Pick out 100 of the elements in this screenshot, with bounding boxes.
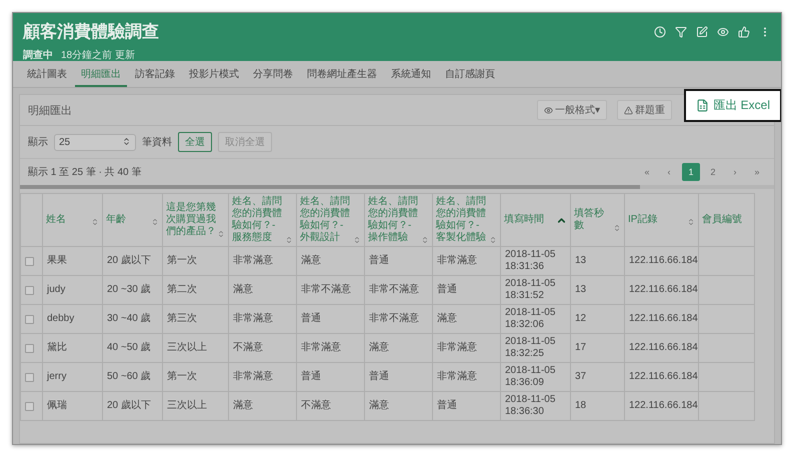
column-header[interactable]: 年齡 bbox=[102, 194, 162, 246]
tab[interactable]: 訪客記錄 bbox=[129, 61, 181, 87]
table-cell: 非常滿意 bbox=[296, 334, 364, 362]
table-cell: 非常滿意 bbox=[228, 246, 296, 276]
updated-time: 18分鐘之前 更新 bbox=[61, 48, 135, 62]
table-cell: 2018-11-05 18:31:36 bbox=[500, 246, 570, 276]
table-cell: 非常滿意 bbox=[432, 362, 500, 392]
table-cell: 12 bbox=[570, 304, 624, 334]
column-header[interactable]: 姓名、請問您的消費體驗如何？- 操作體驗 bbox=[364, 194, 432, 246]
column-header[interactable]: 姓名 bbox=[42, 194, 102, 246]
page-link[interactable]: 1 bbox=[682, 163, 700, 181]
tab[interactable]: 系統通知 bbox=[385, 61, 437, 87]
table-cell: 122.116.66.184 bbox=[624, 304, 698, 334]
table-cell: 2018-11-05 18:36:30 bbox=[500, 392, 570, 420]
column-header[interactable]: 姓名、請問您的消費體驗如何？- 外觀設計 bbox=[296, 194, 364, 246]
table-cell: 佩瑞 bbox=[42, 392, 102, 420]
column-header[interactable]: 姓名、請問您的消費體驗如何？- 客製化體驗 bbox=[432, 194, 500, 246]
tab[interactable]: 統計圖表 bbox=[21, 61, 73, 87]
table-cell: judy bbox=[42, 276, 102, 304]
column-header[interactable]: 填寫時間 bbox=[500, 194, 570, 246]
eye-icon[interactable] bbox=[717, 26, 729, 38]
table-cell: 2018-11-05 18:31:52 bbox=[500, 276, 570, 304]
page-link[interactable]: › bbox=[726, 163, 744, 181]
table-cell: 普通 bbox=[296, 362, 364, 392]
table-cell: 三次以上 bbox=[162, 334, 228, 362]
column-header[interactable]: 這是您第幾次購買過我們的產品？ bbox=[162, 194, 228, 246]
table-cell: 第三次 bbox=[162, 304, 228, 334]
row-checkbox[interactable] bbox=[25, 286, 34, 294]
table-cell: 122.116.66.184 bbox=[624, 246, 698, 276]
table-cell: 滿意 bbox=[432, 304, 500, 334]
table-cell: 第一次 bbox=[162, 362, 228, 392]
filter-icon[interactable] bbox=[675, 26, 687, 38]
table-cell: 17 bbox=[570, 334, 624, 362]
column-header[interactable]: 姓名、請問您的消費體驗如何？- 服務態度 bbox=[228, 194, 296, 246]
table-cell: 2018-11-05 18:32:06 bbox=[500, 304, 570, 334]
table-cell: 13 bbox=[570, 246, 624, 276]
table-cell: 非常不滿意 bbox=[296, 276, 364, 304]
column-header[interactable]: 會員編號 bbox=[698, 194, 754, 246]
page-size-select[interactable]: 25 bbox=[54, 134, 136, 150]
table-cell: 滿意 bbox=[228, 276, 296, 304]
tab[interactable]: 明細匯出 bbox=[75, 61, 127, 87]
table-cell: 滿意 bbox=[364, 334, 432, 362]
edit-icon[interactable] bbox=[696, 26, 708, 38]
table-cell: 18 bbox=[570, 392, 624, 420]
table-cell: 122.116.66.184 bbox=[624, 362, 698, 392]
table-cell: 黛比 bbox=[42, 334, 102, 362]
deselect-all-button[interactable]: 取消全選 bbox=[218, 132, 272, 152]
group-button[interactable]: 群題重 bbox=[617, 100, 672, 120]
table-cell: 122.116.66.184 bbox=[624, 334, 698, 362]
tab[interactable]: 自訂感謝頁 bbox=[439, 61, 501, 87]
format-button[interactable]: 一般格式▾ bbox=[536, 100, 607, 120]
table-cell: 37 bbox=[570, 362, 624, 392]
page-link[interactable]: ‹ bbox=[660, 163, 678, 181]
table-cell: 13 bbox=[570, 276, 624, 304]
survey-title: 顧客消費體驗調查 bbox=[23, 21, 159, 43]
column-header[interactable]: 填答秒數 bbox=[570, 194, 624, 246]
page-link[interactable]: 2 bbox=[704, 163, 722, 181]
table-cell: 非常滿意 bbox=[432, 334, 500, 362]
export-excel-button[interactable]: 匯出 Excel bbox=[684, 89, 781, 122]
tab[interactable]: 投影片模式 bbox=[183, 61, 245, 87]
table-cell: 非常滿意 bbox=[432, 246, 500, 276]
table-cell: 普通 bbox=[432, 276, 500, 304]
column-header[interactable]: IP記錄 bbox=[624, 194, 698, 246]
table-cell: jerry bbox=[42, 362, 102, 392]
table-cell: 20 ~30 歲 bbox=[102, 276, 162, 304]
table-cell: 122.116.66.184 bbox=[624, 276, 698, 304]
table-cell: 非常滿意 bbox=[228, 304, 296, 334]
row-checkbox[interactable] bbox=[25, 402, 34, 410]
table-cell: 非常滿意 bbox=[228, 362, 296, 392]
table-cell: 20 歲以下 bbox=[102, 246, 162, 276]
tab[interactable]: 問卷網址產生器 bbox=[301, 61, 383, 87]
updown-icon bbox=[122, 136, 131, 146]
show-label: 顯示 bbox=[28, 136, 48, 149]
table-cell: 非常不滿意 bbox=[364, 304, 432, 334]
row-checkbox[interactable] bbox=[25, 344, 34, 352]
warning-icon bbox=[624, 106, 633, 114]
table-cell: debby bbox=[42, 304, 102, 334]
table-cell: 普通 bbox=[432, 392, 500, 420]
row-checkbox[interactable] bbox=[25, 256, 34, 266]
page-link[interactable]: « bbox=[638, 163, 656, 181]
table-cell: 20 歲以下 bbox=[102, 392, 162, 420]
table-cell: 30 ~40 歲 bbox=[102, 304, 162, 334]
survey-status: 調查中 bbox=[23, 48, 53, 62]
table-cell: 果果 bbox=[42, 246, 102, 276]
thumbs-up-icon[interactable] bbox=[738, 26, 750, 38]
table-cell: 普通 bbox=[296, 304, 364, 334]
table-cell: 50 ~60 歲 bbox=[102, 362, 162, 392]
page-link[interactable]: » bbox=[748, 163, 766, 181]
table-cell: 普通 bbox=[364, 362, 432, 392]
table-cell: 非常不滿意 bbox=[364, 276, 432, 304]
select-all-button[interactable]: 全選 bbox=[178, 132, 212, 152]
row-checkbox[interactable] bbox=[25, 314, 34, 324]
table-cell: 滿意 bbox=[228, 392, 296, 420]
clock-icon[interactable] bbox=[654, 26, 666, 38]
table-cell: 40 ~50 歲 bbox=[102, 334, 162, 362]
unit-label: 筆資料 bbox=[142, 136, 172, 149]
table-cell: 2018-11-05 18:36:09 bbox=[500, 362, 570, 392]
row-checkbox[interactable] bbox=[25, 372, 34, 382]
tab[interactable]: 分享問卷 bbox=[247, 61, 299, 87]
panel-title: 明細匯出 bbox=[28, 104, 72, 118]
